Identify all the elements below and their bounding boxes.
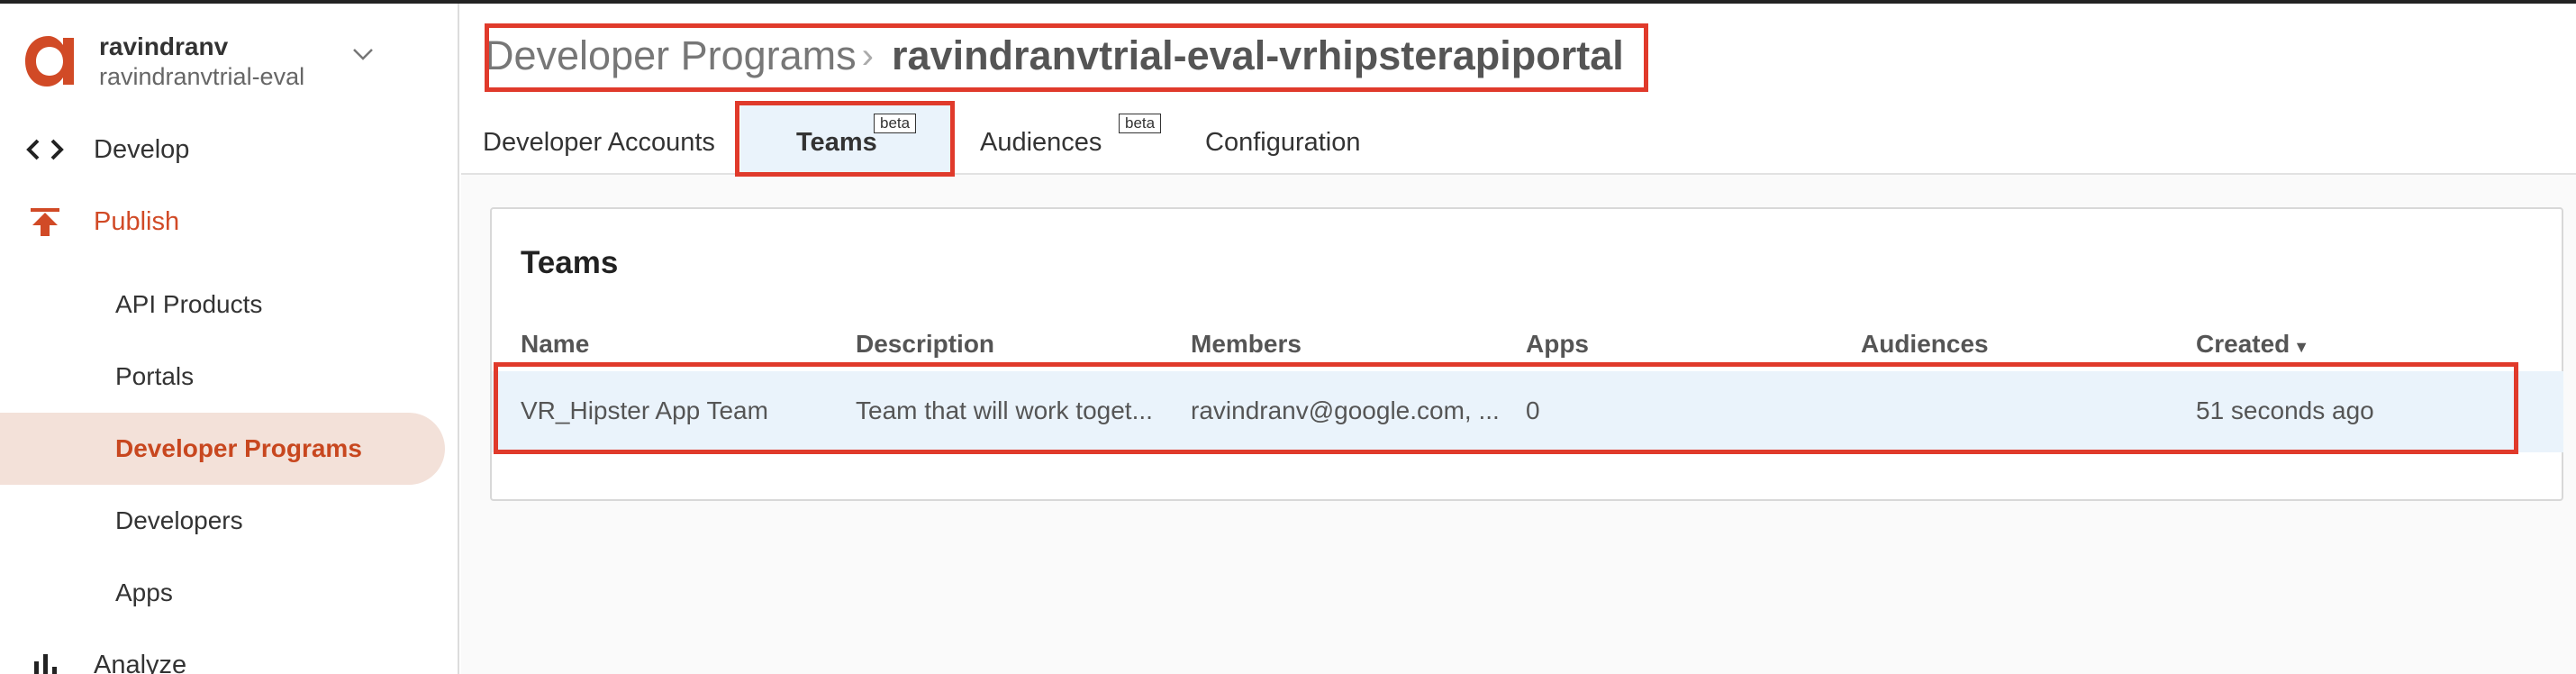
sidebar-item-portals[interactable]: Portals bbox=[0, 341, 445, 413]
highlight-box-team-row bbox=[494, 362, 2518, 454]
tab-configuration[interactable]: Configuration bbox=[1191, 103, 1407, 175]
org-switcher[interactable]: ravindranv ravindranvtrial-eval bbox=[0, 4, 459, 112]
sidebar-item-label: Developers bbox=[115, 506, 243, 534]
nav-analyze-label: Analyze bbox=[94, 651, 187, 674]
column-header-name[interactable]: Name bbox=[521, 330, 589, 359]
tab-bar: Developer Accounts Teams beta Audiences … bbox=[461, 103, 1902, 175]
column-header-label: Created bbox=[2196, 330, 2290, 358]
code-brackets-icon bbox=[26, 139, 64, 160]
chevron-down-icon[interactable] bbox=[351, 45, 375, 63]
column-header-description[interactable]: Description bbox=[856, 330, 994, 359]
tab-audiences[interactable]: Audiences beta bbox=[966, 103, 1182, 175]
nav-develop[interactable]: Develop bbox=[0, 119, 459, 178]
org-name: ravindranvtrial-eval bbox=[99, 63, 305, 90]
nav-develop-label: Develop bbox=[94, 135, 190, 164]
sidebar-item-api-products[interactable]: API Products bbox=[0, 269, 445, 341]
sidebar-item-label: Developer Programs bbox=[115, 434, 362, 462]
nav-publish-label: Publish bbox=[94, 207, 180, 236]
card-title: Teams bbox=[521, 245, 619, 280]
bar-chart-icon bbox=[34, 654, 57, 674]
sort-descending-icon: ▼ bbox=[2293, 338, 2310, 356]
column-header-audiences[interactable]: Audiences bbox=[1861, 330, 1989, 359]
highlight-box-teams-tab bbox=[735, 101, 955, 177]
sidebar-item-label: Apps bbox=[115, 578, 173, 606]
tab-label: Developer Accounts bbox=[483, 128, 715, 157]
sidebar-item-label: API Products bbox=[115, 290, 263, 318]
sidebar-item-label: Portals bbox=[115, 362, 195, 390]
beta-badge: beta bbox=[1119, 114, 1162, 133]
nav-analyze[interactable]: Analyze bbox=[0, 634, 459, 674]
sidebar-item-developer-programs[interactable]: Developer Programs bbox=[0, 413, 445, 485]
column-header-members[interactable]: Members bbox=[1191, 330, 1302, 359]
column-header-apps[interactable]: Apps bbox=[1526, 330, 1589, 359]
nav-publish[interactable]: Publish bbox=[0, 191, 459, 250]
org-user: ravindranv bbox=[99, 32, 229, 60]
highlight-box-breadcrumb bbox=[485, 23, 1648, 92]
tab-developer-accounts[interactable]: Developer Accounts bbox=[461, 103, 731, 175]
tab-label: Configuration bbox=[1205, 128, 1361, 157]
apigee-logo-icon bbox=[25, 36, 74, 87]
teams-card: Teams Name Description Members Apps Audi… bbox=[490, 207, 2563, 501]
column-header-created[interactable]: Created ▼ bbox=[2196, 330, 2309, 359]
tab-label: Audiences bbox=[980, 128, 1102, 157]
publish-upload-icon bbox=[31, 208, 59, 236]
sidebar-item-apps[interactable]: Apps bbox=[0, 557, 445, 629]
sidebar-item-developers[interactable]: Developers bbox=[0, 485, 445, 557]
sidebar: ravindranv ravindranvtrial-eval Develop … bbox=[0, 4, 459, 674]
